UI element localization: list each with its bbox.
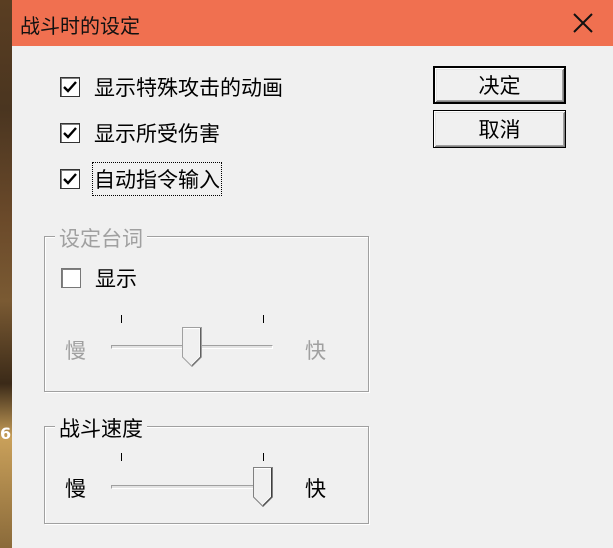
dialogue-settings-group: 设定台词 显示 慢 快 [44,223,369,392]
checkmark-icon [63,127,77,139]
close-icon [573,13,593,33]
battle-speed-group: 战斗速度 慢 快 [44,413,369,524]
option-label: 显示特殊攻击的动画 [94,76,283,100]
fast-label: 快 [305,477,326,501]
checkmark-icon [63,81,77,93]
settings-dialog: 战斗时的设定 显示特殊攻击的动画 显示所受伤害 自动指令输入 决定 取消 设定台… [12,0,613,548]
window-title: 战斗时的设定 [20,14,140,38]
option-label: 自动指令输入 [92,162,222,196]
ok-button[interactable]: 决定 [433,66,566,104]
slider-tick [121,315,122,323]
option-special-attack-animation[interactable]: 显示特殊攻击的动画 [60,72,283,102]
slider-tick [121,453,122,461]
fast-label: 快 [305,339,326,363]
checkbox-show-damage[interactable] [60,123,80,143]
option-auto-command[interactable]: 自动指令输入 [60,162,222,196]
game-edge-text: 6 [0,424,12,443]
slow-label: 慢 [65,477,86,501]
game-background-edge: 6 [0,0,12,548]
title-bar: 战斗时的设定 [12,0,613,46]
checkmark-icon [63,173,77,185]
option-label: 显示 [95,267,137,291]
cancel-button[interactable]: 取消 [433,110,566,148]
option-label: 显示所受伤害 [94,122,220,146]
checkbox-show-dialogue[interactable] [61,268,81,288]
close-button[interactable] [553,0,613,46]
checkbox-auto-command[interactable] [60,169,80,189]
dialogue-speed-thumb[interactable] [182,327,202,367]
slow-label: 慢 [65,339,86,363]
group-title: 设定台词 [55,223,147,253]
battle-speed-thumb[interactable] [253,467,273,507]
checkbox-special-attack-animation[interactable] [60,77,80,97]
option-show-damage[interactable]: 显示所受伤害 [60,118,220,148]
option-show-dialogue[interactable]: 显示 [61,263,137,293]
slider-tick [263,453,264,461]
slider-tick [263,315,264,323]
battle-speed-track[interactable] [111,485,273,489]
group-title: 战斗速度 [55,413,147,443]
